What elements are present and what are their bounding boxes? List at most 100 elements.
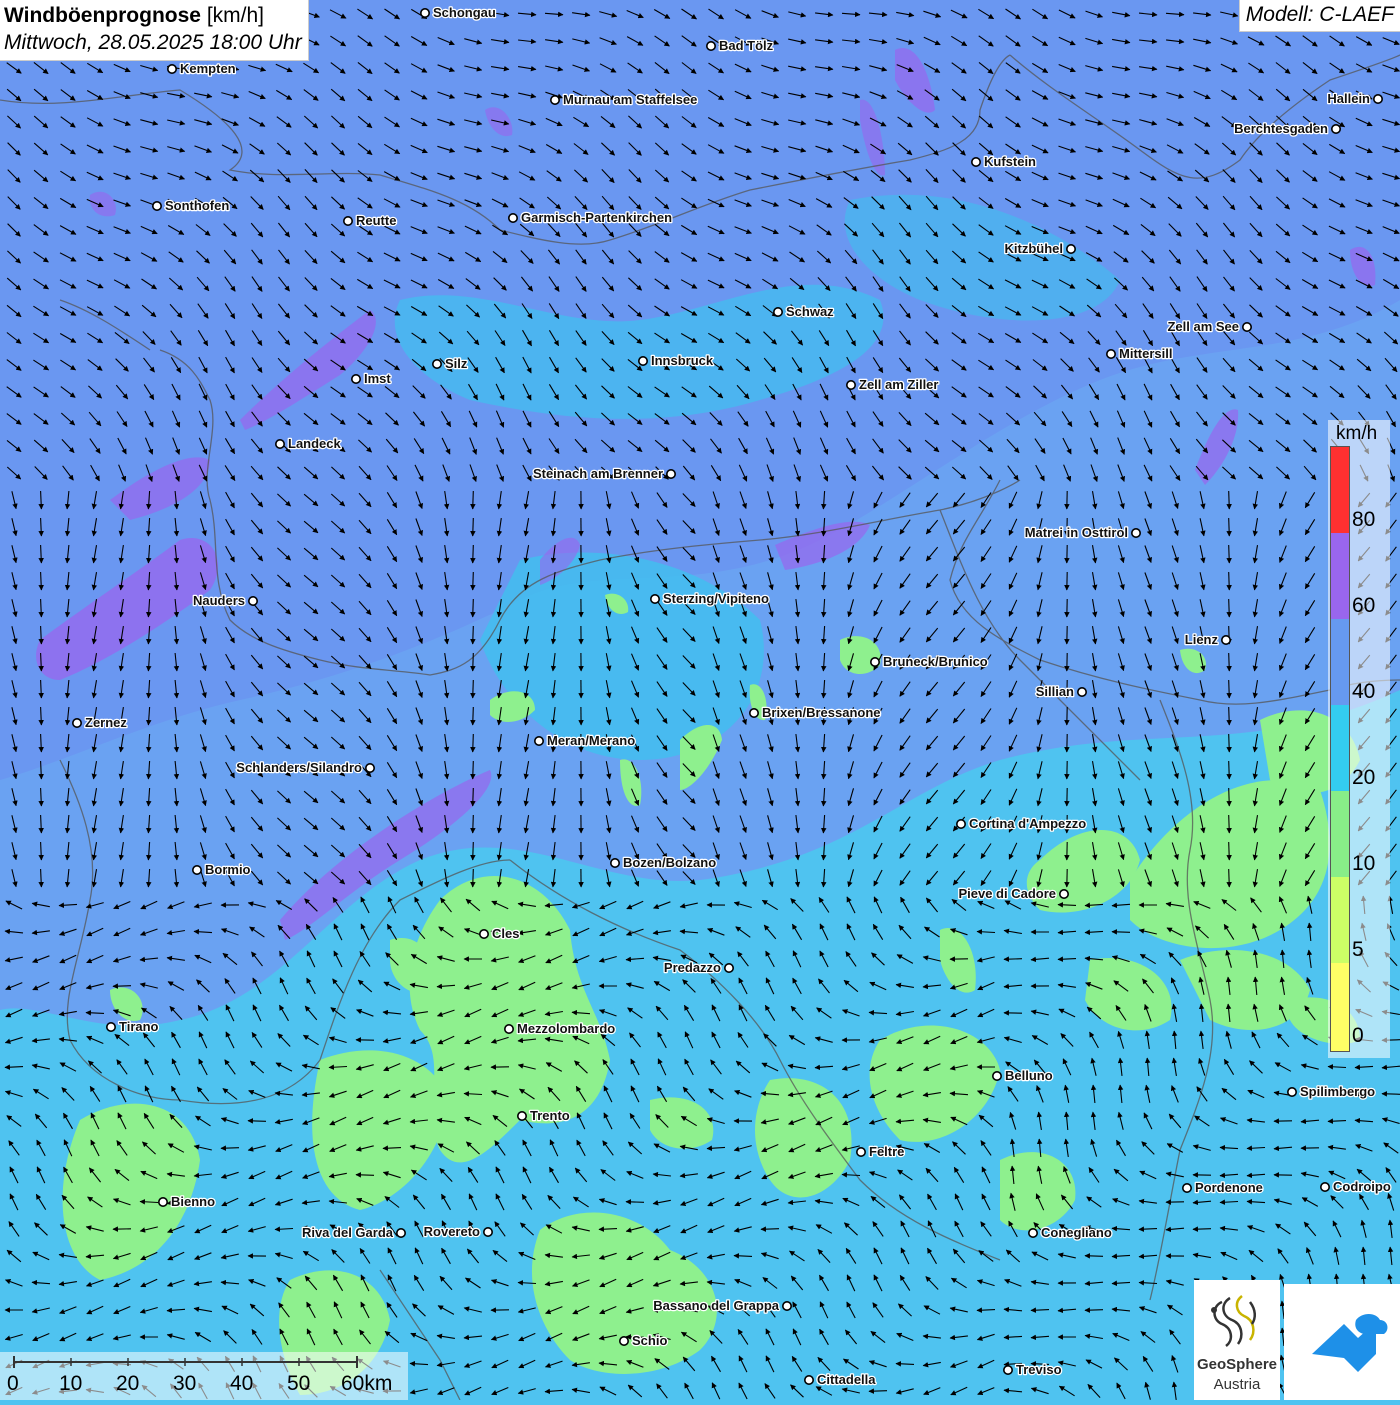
place-label: Riva del Garda — [302, 1225, 394, 1240]
place-label: Kitzbühel — [1005, 241, 1064, 256]
wind-arrow — [473, 707, 474, 725]
place-dot — [1222, 636, 1230, 644]
place-label: Matrei in Osttirol — [1025, 525, 1128, 540]
place-dot — [1243, 323, 1251, 331]
place-label: Berchtesgaden — [1234, 121, 1328, 136]
place-label: Sterzing/Vipiteno — [663, 591, 769, 606]
wind-arrow — [473, 653, 474, 671]
place-dot — [1374, 95, 1382, 103]
place-label: Conegliano — [1041, 1225, 1112, 1240]
place-dot — [667, 470, 675, 478]
place-label: Silz — [445, 356, 468, 371]
wind-arrow — [473, 869, 474, 887]
place-dot — [783, 1302, 791, 1310]
place-label: Cles — [492, 926, 519, 941]
place-label: Garmisch-Partenkirchen — [521, 210, 672, 225]
wind-arrow — [473, 518, 474, 536]
place-marker: Bozen/Bolzano — [611, 855, 716, 870]
place-marker: Innsbruck — [639, 353, 714, 368]
place-label: Trento — [530, 1108, 570, 1123]
place-label: Schongau — [433, 5, 496, 20]
wind-arrow — [473, 761, 474, 779]
place-dot — [535, 737, 543, 745]
place-label: Codroipo — [1333, 1179, 1391, 1194]
place-dot — [1288, 1088, 1296, 1096]
place-label: Meran/Merano — [547, 733, 635, 748]
place-label: Zernez — [85, 715, 127, 730]
place-dot — [707, 42, 715, 50]
place-label: Mezzolombardo — [517, 1021, 615, 1036]
geosphere-subtitle: Austria — [1194, 1376, 1280, 1393]
legend-segment-5 — [1331, 877, 1349, 963]
place-dot — [366, 764, 374, 772]
place-label: Steinach am Brenner — [533, 466, 663, 481]
geosphere-name: GeoSphere — [1194, 1356, 1280, 1373]
place-marker: Spilimbergo — [1288, 1084, 1375, 1099]
place-label: Bassano del Grappa — [653, 1298, 779, 1313]
place-label: Lienz — [1185, 632, 1219, 647]
legend-segment-10 — [1331, 791, 1349, 877]
place-marker: Garmisch-Partenkirchen — [509, 210, 672, 225]
wind-arrow — [1229, 815, 1230, 833]
place-marker: Mezzolombardo — [505, 1021, 615, 1036]
place-label: Spilimbergo — [1300, 1084, 1375, 1099]
wind-arrow — [761, 1229, 779, 1230]
place-dot — [397, 1229, 405, 1237]
legend-color-bar — [1330, 446, 1350, 1052]
place-dot — [1060, 890, 1068, 898]
place-label: Landeck — [288, 436, 342, 451]
place-label: Schwaz — [786, 304, 834, 319]
place-marker: Murnau am Staffelsee — [551, 92, 698, 107]
title-text: Windböenprognose — [4, 4, 201, 27]
wind-arrow — [1229, 572, 1230, 590]
place-dot — [639, 357, 647, 365]
wind-arrow — [1229, 707, 1230, 725]
place-dot — [518, 1112, 526, 1120]
scale-label: 10 — [59, 1372, 82, 1396]
legend-segment-0 — [1331, 963, 1349, 1051]
place-marker: Pieve di Cadore — [958, 886, 1068, 901]
place-dot — [871, 658, 879, 666]
place-label: Kufstein — [984, 154, 1036, 169]
weather-app-logo — [1284, 1284, 1400, 1400]
model-label: Modell: C-LAEF — [1239, 0, 1400, 32]
place-dot — [725, 964, 733, 972]
place-dot — [1332, 125, 1340, 133]
place-label: Mittersill — [1119, 346, 1172, 361]
place-label: Bruneck/Brunico — [883, 654, 988, 669]
place-dot — [193, 866, 201, 874]
wind-arrow — [473, 626, 474, 644]
place-label: Pieve di Cadore — [958, 886, 1056, 901]
wind-arrow — [473, 788, 474, 806]
wind-arrow — [1229, 545, 1230, 563]
legend-segment-40 — [1331, 619, 1349, 705]
place-dot — [159, 1198, 167, 1206]
legend-label: 5 — [1352, 938, 1364, 962]
wind-arrow — [1229, 842, 1230, 860]
scale-label: 50 — [287, 1372, 310, 1396]
forecast-datetime: Mittwoch, 28.05.2025 18:00 Uhr — [4, 30, 302, 56]
place-dot — [651, 595, 659, 603]
place-dot — [107, 1023, 115, 1031]
place-dot — [421, 9, 429, 17]
wind-arrow — [1229, 788, 1230, 806]
title-unit: [km/h] — [207, 4, 264, 27]
place-dot — [1067, 245, 1075, 253]
place-dot — [551, 96, 559, 104]
place-dot — [1132, 529, 1140, 537]
place-dot — [957, 820, 965, 828]
cloud-arrow-icon — [1284, 1284, 1400, 1400]
wind-arrow — [473, 734, 474, 752]
place-marker: Schlanders/Silandro — [236, 760, 374, 775]
place-dot — [972, 158, 980, 166]
place-label: Zell am Ziller — [859, 377, 938, 392]
legend-unit: km/h — [1336, 423, 1377, 445]
wind-arrow — [1193, 1229, 1211, 1230]
wind-arrow — [1229, 518, 1230, 536]
legend-label: 20 — [1352, 766, 1375, 790]
place-dot — [249, 597, 257, 605]
place-dot — [433, 360, 441, 368]
wind-arrow — [626, 1202, 644, 1203]
place-label: Schio — [632, 1333, 667, 1348]
place-marker: Riva del Garda — [302, 1225, 405, 1240]
